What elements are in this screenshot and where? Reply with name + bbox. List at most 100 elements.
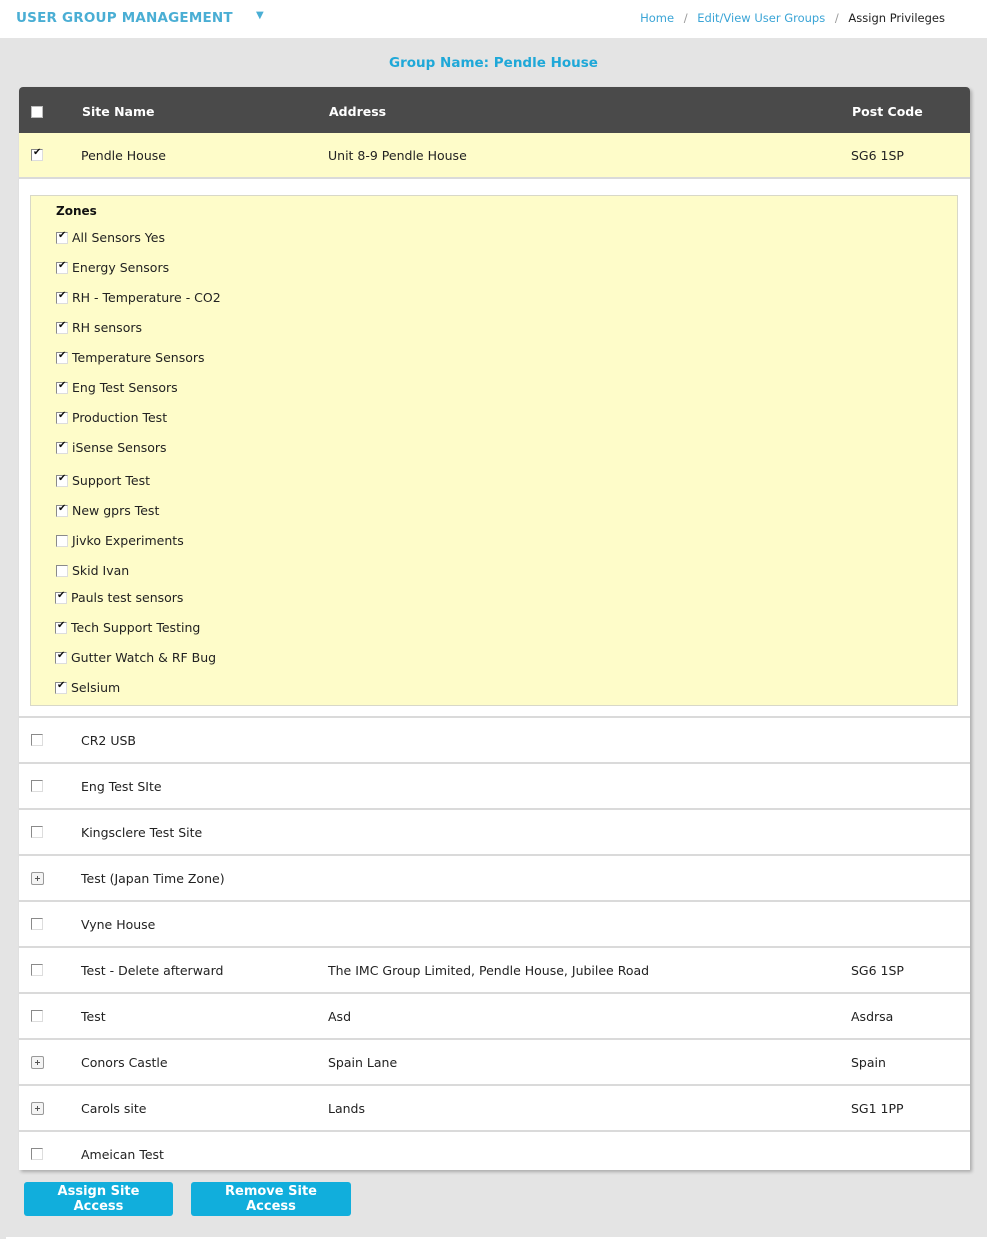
row-checkbox[interactable] xyxy=(31,1148,43,1163)
zone-item[interactable]: Skid Ivan xyxy=(56,563,129,578)
remove-site-access-button[interactable]: Remove Site Access xyxy=(191,1182,351,1216)
menu-dropdown-icon[interactable]: ▼ xyxy=(256,10,264,21)
site-name: Carols site xyxy=(81,1101,147,1116)
site-name: Pendle House xyxy=(81,148,166,163)
breadcrumb-current: Assign Privileges xyxy=(848,11,945,25)
zone-checkbox[interactable] xyxy=(56,230,68,244)
zone-item[interactable]: RH sensors xyxy=(56,320,142,335)
row-checkbox[interactable] xyxy=(31,918,43,933)
row-checkbox[interactable] xyxy=(31,964,43,979)
row-checkbox[interactable] xyxy=(31,780,43,795)
row-checkbox[interactable] xyxy=(31,826,43,841)
group-name-heading: Group Name: Pendle House xyxy=(389,55,598,71)
site-name: Conors Castle xyxy=(81,1055,168,1070)
row-checkbox[interactable] xyxy=(31,1010,43,1025)
zone-item[interactable]: Tech Support Testing xyxy=(55,620,200,635)
zone-label: Skid Ivan xyxy=(72,563,130,578)
sites-table: Site Name Address Post Code Pendle House… xyxy=(19,87,970,1170)
zone-checkbox[interactable] xyxy=(56,564,68,577)
breadcrumb-separator: / xyxy=(834,11,839,25)
zone-checkbox[interactable] xyxy=(55,590,67,604)
breadcrumb-edit-view-user-groups[interactable]: Edit/View User Groups xyxy=(697,11,825,25)
table-row[interactable]: Pendle House Unit 8-9 Pendle House SG6 1… xyxy=(19,133,970,179)
expand-icon[interactable] xyxy=(31,1102,44,1118)
site-address: Unit 8-9 Pendle House xyxy=(328,148,467,163)
zone-item[interactable]: Pauls test sensors xyxy=(55,590,183,605)
zone-checkbox[interactable] xyxy=(56,473,68,487)
zone-item[interactable]: All Sensors Yes xyxy=(56,230,165,245)
zone-item[interactable]: Temperature Sensors xyxy=(56,350,205,365)
zone-checkbox[interactable] xyxy=(55,620,67,634)
table-row[interactable]: Test (Japan Time Zone) xyxy=(19,856,970,902)
table-row[interactable]: CR2 USB xyxy=(19,718,970,764)
site-address: Spain Lane xyxy=(328,1055,398,1070)
zone-label: RH sensors xyxy=(72,320,142,335)
zone-item[interactable]: iSense Sensors xyxy=(56,440,167,455)
zone-label: Production Test xyxy=(72,410,168,425)
table-row[interactable]: Vyne House xyxy=(19,902,970,948)
table-row[interactable]: Conors Castle Spain Lane Spain xyxy=(19,1040,970,1086)
assign-site-access-button[interactable]: Assign Site Access xyxy=(24,1182,173,1216)
site-name: Test - Delete afterward xyxy=(81,963,224,978)
zone-label: New gprs Test xyxy=(72,503,160,518)
zone-item[interactable]: Production Test xyxy=(56,410,167,425)
zone-item[interactable]: Energy Sensors xyxy=(56,260,169,275)
zone-checkbox[interactable] xyxy=(56,320,68,334)
zone-checkbox[interactable] xyxy=(56,534,68,547)
zone-checkbox[interactable] xyxy=(56,440,68,454)
site-post-code: SG6 1SP xyxy=(851,963,904,978)
zone-label: Energy Sensors xyxy=(72,260,170,275)
zone-label: Eng Test Sensors xyxy=(72,380,178,395)
site-address: Lands xyxy=(328,1101,365,1116)
expand-icon[interactable] xyxy=(31,1056,44,1072)
zone-label: Jivko Experiments xyxy=(72,533,184,548)
zones-panel: Zones All Sensors Yes Energy Sensors RH - … xyxy=(30,195,958,706)
site-address: Asd xyxy=(328,1009,351,1024)
site-name: Test (Japan Time Zone) xyxy=(81,871,225,886)
site-address: The IMC Group Limited, Pendle House, Jub… xyxy=(328,963,650,978)
zone-checkbox[interactable] xyxy=(56,380,68,394)
site-post-code: SG6 1SP xyxy=(851,148,904,163)
zone-item[interactable]: Support Test xyxy=(56,473,150,488)
row-checkbox[interactable] xyxy=(31,734,43,749)
zones-title: Zones xyxy=(56,204,97,218)
breadcrumb-home[interactable]: Home xyxy=(640,11,674,25)
site-name: Test xyxy=(81,1009,106,1024)
breadcrumb-separator: / xyxy=(683,11,688,25)
table-row[interactable]: Eng Test SIte xyxy=(19,764,970,810)
select-all-checkbox[interactable] xyxy=(31,106,43,121)
site-name: CR2 USB xyxy=(81,733,136,748)
zone-item[interactable]: Eng Test Sensors xyxy=(56,380,178,395)
zone-item[interactable]: Selsium xyxy=(55,680,120,695)
zone-label: All Sensors Yes xyxy=(72,230,165,245)
zone-item[interactable]: Jivko Experiments xyxy=(56,533,184,548)
table-header: Site Name Address Post Code xyxy=(19,87,970,133)
table-row[interactable]: Test - Delete afterward The IMC Group Lim… xyxy=(19,948,970,994)
expand-icon[interactable] xyxy=(31,872,44,888)
zone-item[interactable]: Gutter Watch & RF Bug xyxy=(55,650,216,665)
table-row[interactable]: Ameican Test xyxy=(19,1132,970,1178)
zone-checkbox[interactable] xyxy=(56,503,68,517)
zone-item[interactable]: RH - Temperature - CO2 xyxy=(56,290,221,305)
zone-checkbox[interactable] xyxy=(56,260,68,274)
zone-label: iSense Sensors xyxy=(72,440,167,455)
zone-checkbox[interactable] xyxy=(56,290,68,304)
row-checkbox[interactable] xyxy=(31,147,43,164)
column-header-site-name[interactable]: Site Name xyxy=(82,104,155,119)
zones-section: Zones All Sensors Yes Energy Sensors RH - … xyxy=(19,179,970,718)
column-header-address[interactable]: Address xyxy=(329,104,386,119)
zone-checkbox[interactable] xyxy=(55,650,67,664)
zone-item[interactable]: New gprs Test xyxy=(56,503,159,518)
app-title: USER GROUP MANAGEMENT xyxy=(16,10,233,26)
site-name: Eng Test SIte xyxy=(81,779,162,794)
site-post-code: SG1 1PP xyxy=(851,1101,904,1116)
table-row[interactable]: Carols site Lands SG1 1PP xyxy=(19,1086,970,1132)
column-header-post-code[interactable]: Post Code xyxy=(852,104,923,119)
zone-label: Tech Support Testing xyxy=(71,620,201,635)
zone-checkbox[interactable] xyxy=(56,410,68,424)
table-row[interactable]: Test Asd Asdrsa xyxy=(19,994,970,1040)
table-row[interactable]: Kingsclere Test Site xyxy=(19,810,970,856)
zone-checkbox[interactable] xyxy=(56,350,68,364)
zone-checkbox[interactable] xyxy=(55,680,67,694)
site-post-code: Spain xyxy=(851,1055,886,1070)
